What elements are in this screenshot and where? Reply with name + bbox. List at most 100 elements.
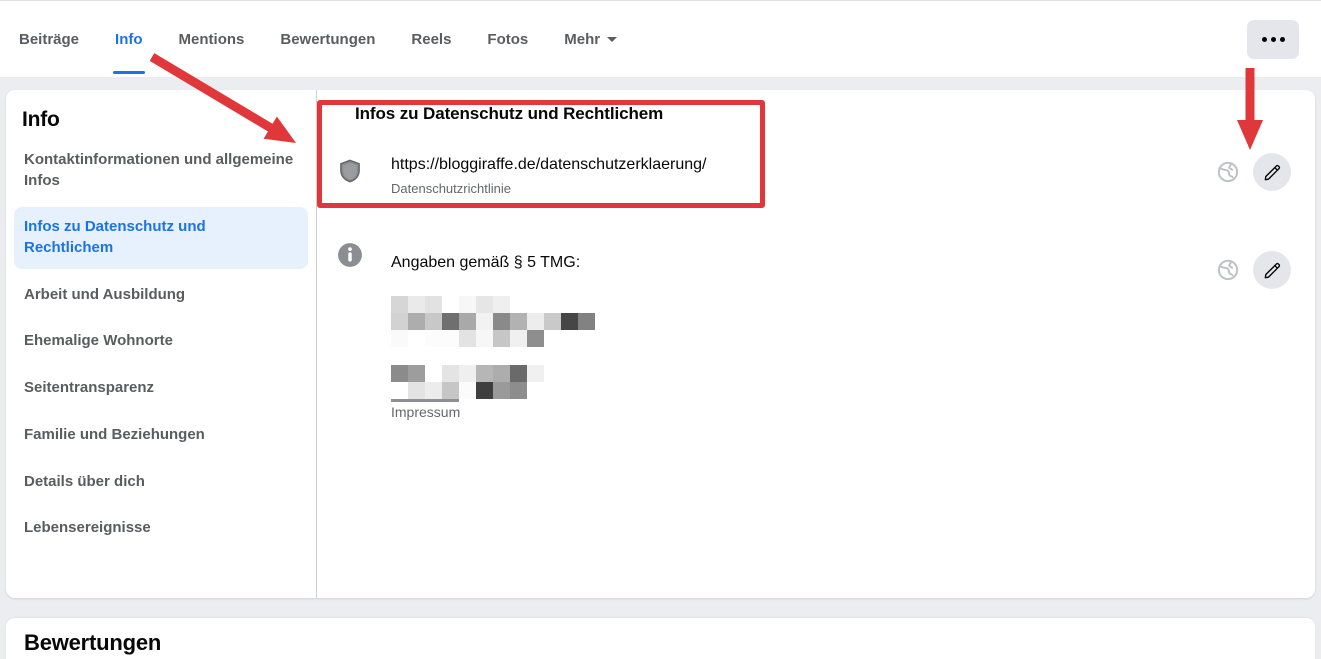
section-header-row: Infos zu Datenschutz und Rechtlichem [317,104,1315,138]
redacted-pixel [561,330,578,347]
info-content: Infos zu Datenschutz und Rechtlichem htt… [317,90,1315,420]
redacted-pixel [510,313,527,330]
reviews-card: Bewertungen [6,618,1315,659]
redacted-pixel [442,382,459,399]
redacted-block-contact [391,365,544,399]
privacy-policy-row: https://bloggiraffe.de/datenschutzerklae… [317,155,1315,217]
redacted-pixel [510,296,527,313]
sidebar-item-6[interactable]: Details über dich [14,462,308,503]
redacted-pixel [391,296,408,313]
reviews-title: Bewertungen [6,618,1315,656]
redacted-pixel [493,313,510,330]
impressum-row-actions [1217,251,1291,289]
sidebar-item-1[interactable]: Infos zu Datenschutz und Rechtlichem [14,207,308,268]
redacted-pixel [544,296,561,313]
redacted-pixel [391,382,408,399]
impressum-row: Angaben gemäß § 5 TMG: Impressum [317,239,1315,420]
redacted-pixel [476,296,493,313]
redacted-pixel [476,330,493,347]
redacted-pixel [408,313,425,330]
more-options-button[interactable] [1247,20,1299,59]
pencil-icon [1263,261,1282,280]
tab-label: Fotos [487,31,528,48]
tab-reels[interactable]: Reels [393,1,469,77]
globe-icon [1217,161,1239,183]
chevron-down-icon [607,37,617,42]
redacted-pixel [544,330,561,347]
privacy-policy-url[interactable]: https://bloggiraffe.de/datenschutzerklae… [391,155,1175,176]
info-card: Info Kontaktinformationen und allgemeine… [6,90,1315,598]
redacted-pixel [578,296,595,313]
redacted-pixel [561,296,578,313]
impressum-link-underline [391,399,459,402]
edit-privacy-policy-button[interactable] [1253,153,1291,191]
tab-mehr[interactable]: Mehr [546,1,635,77]
pencil-icon [1263,163,1282,182]
tab-label: Info [115,31,143,48]
redacted-pixel [459,330,476,347]
redacted-block-address [391,296,595,347]
redacted-pixel [493,330,510,347]
sidebar-item-2[interactable]: Arbeit und Ausbildung [14,275,308,316]
dot-3-icon [1280,37,1285,42]
redacted-pixel [442,313,459,330]
tab-mentions[interactable]: Mentions [161,1,263,77]
tab-fotos[interactable]: Fotos [469,1,546,77]
redacted-pixel [527,296,544,313]
sidebar-item-4[interactable]: Seitentransparenz [14,368,308,409]
privacy-row-actions [1217,153,1291,191]
tab-label: Beiträge [19,31,79,48]
redacted-pixel [391,313,408,330]
redacted-pixel [578,330,595,347]
redacted-pixel [493,365,510,382]
page-root: Beiträge Info Mentions Bewertungen Reels Foto… [0,0,1321,659]
redacted-pixel [425,365,442,382]
impressum-link[interactable]: Impressum [391,404,1175,420]
redacted-pixel [391,365,408,382]
redacted-pixel [578,313,595,330]
redacted-pixel [391,330,408,347]
tab-label: Mentions [179,31,245,48]
redacted-pixel [425,382,442,399]
redacted-pixel [510,330,527,347]
sidebar-title: Info [6,104,316,134]
tab-label: Bewertungen [280,31,375,48]
sidebar-item-5[interactable]: Familie und Beziehungen [14,415,308,456]
redacted-pixel [493,382,510,399]
edit-impressum-button[interactable] [1253,251,1291,289]
redacted-pixel [408,382,425,399]
redacted-pixel [527,330,544,347]
redacted-pixel [459,296,476,313]
redacted-pixel [442,296,459,313]
info-icon [337,242,363,268]
dot-1-icon [1262,37,1267,42]
redacted-pixel [476,365,493,382]
redacted-pixel [527,313,544,330]
redacted-pixel [476,382,493,399]
redacted-pixel [425,330,442,347]
sidebar-item-list: Kontaktinformationen und allgemeine Info… [6,140,316,549]
redacted-pixel [527,382,544,399]
redacted-pixel [425,313,442,330]
redacted-pixel [476,313,493,330]
redacted-pixel [408,296,425,313]
redacted-pixel [442,365,459,382]
privacy-policy-subtitle: Datenschutzrichtlinie [391,181,1175,196]
sidebar-item-3[interactable]: Ehemalige Wohnorte [14,321,308,362]
redacted-pixel [425,296,442,313]
redacted-pixel [459,382,476,399]
redacted-pixel [459,365,476,382]
redacted-pixel [408,330,425,347]
redacted-pixel [493,296,510,313]
redacted-pixel [510,382,527,399]
redacted-pixel [510,365,527,382]
sidebar-item-7[interactable]: Lebensereignisse [14,508,308,549]
redacted-pixel [544,313,561,330]
sidebar-item-0[interactable]: Kontaktinformationen und allgemeine Info… [14,140,308,201]
tab-beitr-ge[interactable]: Beiträge [0,1,97,77]
tab-info[interactable]: Info [97,1,161,77]
section-title: Infos zu Datenschutz und Rechtlichem [355,104,1175,124]
redacted-pixel [408,365,425,382]
tab-bewertungen[interactable]: Bewertungen [262,1,393,77]
globe-icon [1217,259,1239,281]
